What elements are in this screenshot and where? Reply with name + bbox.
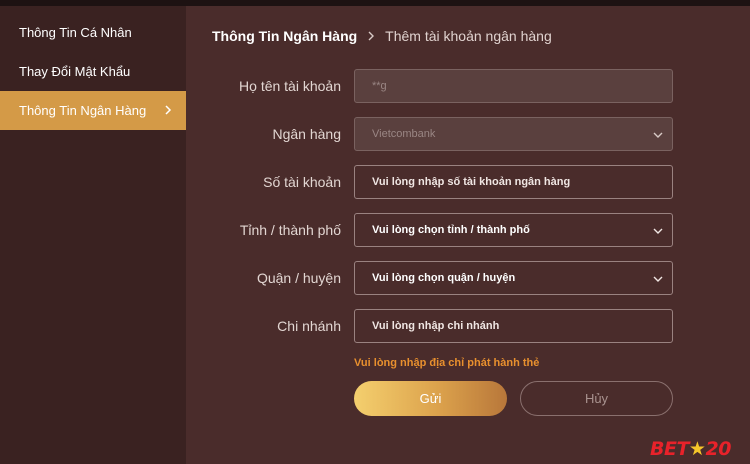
bank-label: Ngân hàng [272,126,341,142]
main-content: Thông Tin Ngân Hàng Thêm tài khoản ngân … [186,6,750,464]
account-name-field: **g [354,69,673,103]
breadcrumb-current: Thêm tài khoản ngân hàng [385,28,552,44]
province-select-value: Vui lòng chọn tỉnh / thành phố [372,224,530,236]
account-number-field [354,165,673,199]
account-number-label: Số tài khoản [263,174,341,190]
chevron-down-icon [653,276,663,282]
province-select[interactable]: Vui lòng chọn tỉnh / thành phố [354,213,673,247]
logo-text-left: BET [650,438,689,460]
sidebar-item-change-password[interactable]: Thay Đổi Mật Khẩu [0,52,186,91]
account-name-label: Họ tên tài khoản [239,78,341,94]
sidebar-item-personal-info[interactable]: Thông Tin Cá Nhân [0,13,186,52]
sidebar-item-label: Thông Tin Cá Nhân [19,25,132,40]
sidebar-item-label: Thông Tin Ngân Hàng [19,103,147,118]
submit-button[interactable]: Gửi [354,381,507,416]
chevron-right-icon [368,31,375,41]
chevron-right-icon [165,105,172,115]
breadcrumb: Thông Tin Ngân Hàng Thêm tài khoản ngân … [212,27,552,45]
branch-input[interactable] [372,320,642,332]
district-label: Quận / huyện [256,270,341,286]
account-name-row: Họ tên tài khoản **g [186,69,750,103]
bank-select-value: Vietcombank [372,128,436,140]
sidebar-item-label: Thay Đổi Mật Khẩu [19,64,131,79]
account-number-row: Số tài khoản [186,165,750,199]
bank-row: Ngân hàng Vietcombank [186,117,750,151]
bank-select: Vietcombank [354,117,673,151]
form-hint: Vui lòng nhập địa chỉ phát hành thẻ [354,357,540,369]
star-icon: ★ [688,438,706,460]
province-label: Tỉnh / thành phố [239,222,341,238]
district-select[interactable]: Vui lòng chọn quận / huyện [354,261,673,295]
logo-text-right: 20 [705,438,731,460]
branch-row: Chi nhánh [186,309,750,343]
province-row: Tỉnh / thành phố Vui lòng chọn tỉnh / th… [186,213,750,247]
district-select-value: Vui lòng chọn quận / huyện [372,272,516,284]
cancel-button[interactable]: Hủy [520,381,673,416]
chevron-down-icon [653,228,663,234]
breadcrumb-root[interactable]: Thông Tin Ngân Hàng [212,28,357,44]
brand-logo: BET★20 [650,438,731,462]
sidebar: Thông Tin Cá Nhân Thay Đổi Mật Khẩu Thôn… [0,6,186,464]
branch-field [354,309,673,343]
district-row: Quận / huyện Vui lòng chọn quận / huyện [186,261,750,295]
branch-label: Chi nhánh [277,318,341,334]
account-number-input[interactable] [372,176,642,188]
chevron-down-icon [653,132,663,138]
sidebar-item-bank-info[interactable]: Thông Tin Ngân Hàng [0,91,186,130]
